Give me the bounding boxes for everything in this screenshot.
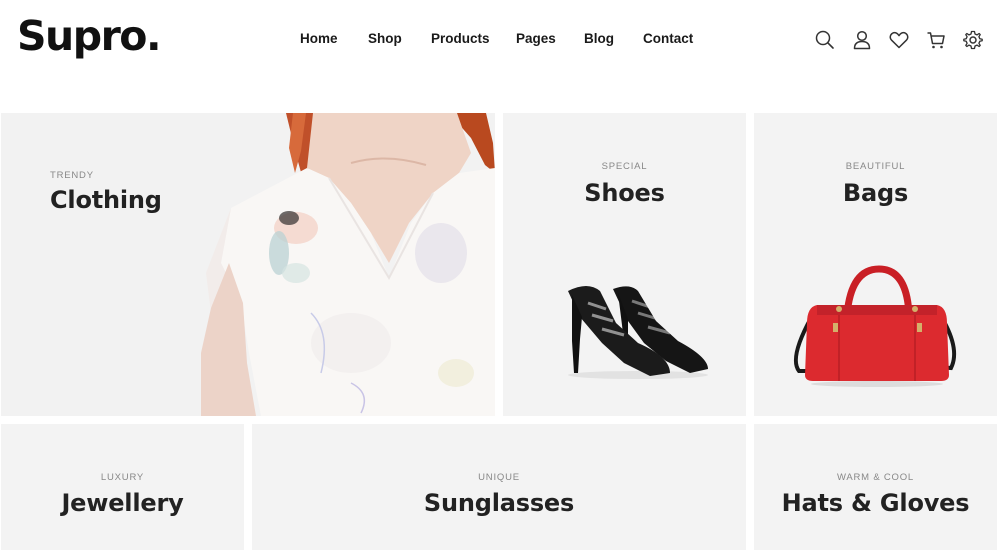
nav-contact[interactable]: Contact [643, 31, 703, 46]
cart-icon[interactable] [925, 29, 947, 51]
header-icons [814, 29, 984, 51]
category-tile-bags[interactable]: BEAUTIFUL Bags [754, 113, 997, 416]
category-kicker: WARM & COOL [836, 472, 915, 483]
category-title[interactable]: Clothing [50, 186, 162, 214]
site-header: Supro. Home Shop Products Pages Blog Con… [0, 0, 1000, 80]
clothing-model-image [201, 113, 495, 416]
gear-icon[interactable] [962, 29, 984, 51]
category-tile-hats-gloves[interactable]: WARM & COOL Hats & Gloves [754, 424, 997, 550]
category-kicker: SPECIAL [601, 161, 648, 172]
brand-logo[interactable]: Supro. [17, 12, 162, 60]
category-kicker: TRENDY [50, 170, 94, 181]
nav-products[interactable]: Products [431, 31, 516, 46]
nav-pages[interactable]: Pages [516, 31, 584, 46]
category-title[interactable]: Hats & Gloves [754, 489, 997, 517]
user-icon[interactable] [851, 29, 873, 51]
shoes-image [568, 286, 708, 379]
category-kicker: LUXURY [100, 472, 145, 483]
nav-blog[interactable]: Blog [584, 31, 643, 46]
nav-shop[interactable]: Shop [368, 31, 431, 46]
category-tile-shoes[interactable]: SPECIAL Shoes [503, 113, 746, 416]
category-tile-clothing[interactable]: TRENDY Clothing [1, 113, 495, 416]
category-title[interactable]: Sunglasses [252, 489, 746, 517]
category-tile-sunglasses[interactable]: UNIQUE Sunglasses [252, 424, 746, 550]
category-tile-jewellery[interactable]: LUXURY Jewellery [1, 424, 244, 550]
category-title[interactable]: Bags [754, 179, 997, 207]
category-kicker: BEAUTIFUL [845, 161, 906, 172]
heart-icon[interactable] [888, 29, 910, 51]
search-icon[interactable] [814, 29, 836, 51]
category-title[interactable]: Jewellery [1, 489, 244, 517]
main-nav: Home Shop Products Pages Blog Contact [300, 31, 703, 46]
nav-home[interactable]: Home [300, 31, 368, 46]
category-kicker: UNIQUE [478, 472, 520, 483]
bag-image [794, 265, 956, 387]
category-title[interactable]: Shoes [503, 179, 746, 207]
